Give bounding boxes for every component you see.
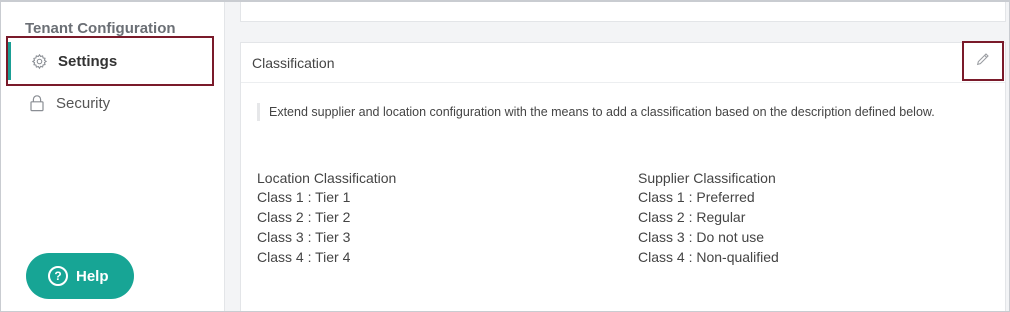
pencil-icon: [975, 51, 991, 72]
card-title: Classification: [252, 55, 335, 71]
previous-card: [240, 2, 1006, 22]
sidebar-item-label: Security: [56, 94, 111, 112]
help-label: Help: [76, 267, 109, 285]
list-item: Class 4 : Non-qualified: [638, 249, 779, 265]
sidebar-item-label: Settings: [58, 52, 118, 70]
sidebar-heading: Tenant Configuration: [25, 20, 176, 37]
edit-button[interactable]: [962, 41, 1004, 81]
lock-icon: [28, 94, 46, 112]
location-classification: Location Classification Class 1 : Tier 1…: [257, 170, 396, 267]
supplier-title: Supplier Classification: [638, 170, 776, 186]
list-item: Class 1 : Tier 1: [257, 189, 351, 205]
card-header: Classification: [241, 41, 1005, 83]
list-item: Class 3 : Do not use: [638, 229, 765, 245]
description-note: Extend supplier and location configurati…: [257, 103, 977, 121]
location-title: Location Classification: [257, 170, 397, 186]
list-item: Class 3 : Tier 3: [257, 229, 351, 245]
question-circle-icon: ?: [48, 266, 68, 286]
help-button[interactable]: ? Help: [26, 253, 134, 299]
active-indicator: [8, 42, 11, 80]
list-item: Class 2 : Tier 2: [257, 209, 351, 225]
gear-icon: [30, 52, 48, 70]
list-item: Class 2 : Regular: [638, 209, 746, 225]
classification-card: Classification Extend supplier and locat…: [240, 41, 1006, 312]
sidebar: Tenant Configuration Settings Security ?…: [1, 2, 225, 312]
list-item: Class 1 : Preferred: [638, 189, 755, 205]
sidebar-item-security[interactable]: Security: [6, 78, 214, 128]
supplier-classification: Supplier Classification Class 1 : Prefer…: [638, 170, 779, 267]
list-item: Class 4 : Tier 4: [257, 249, 351, 265]
